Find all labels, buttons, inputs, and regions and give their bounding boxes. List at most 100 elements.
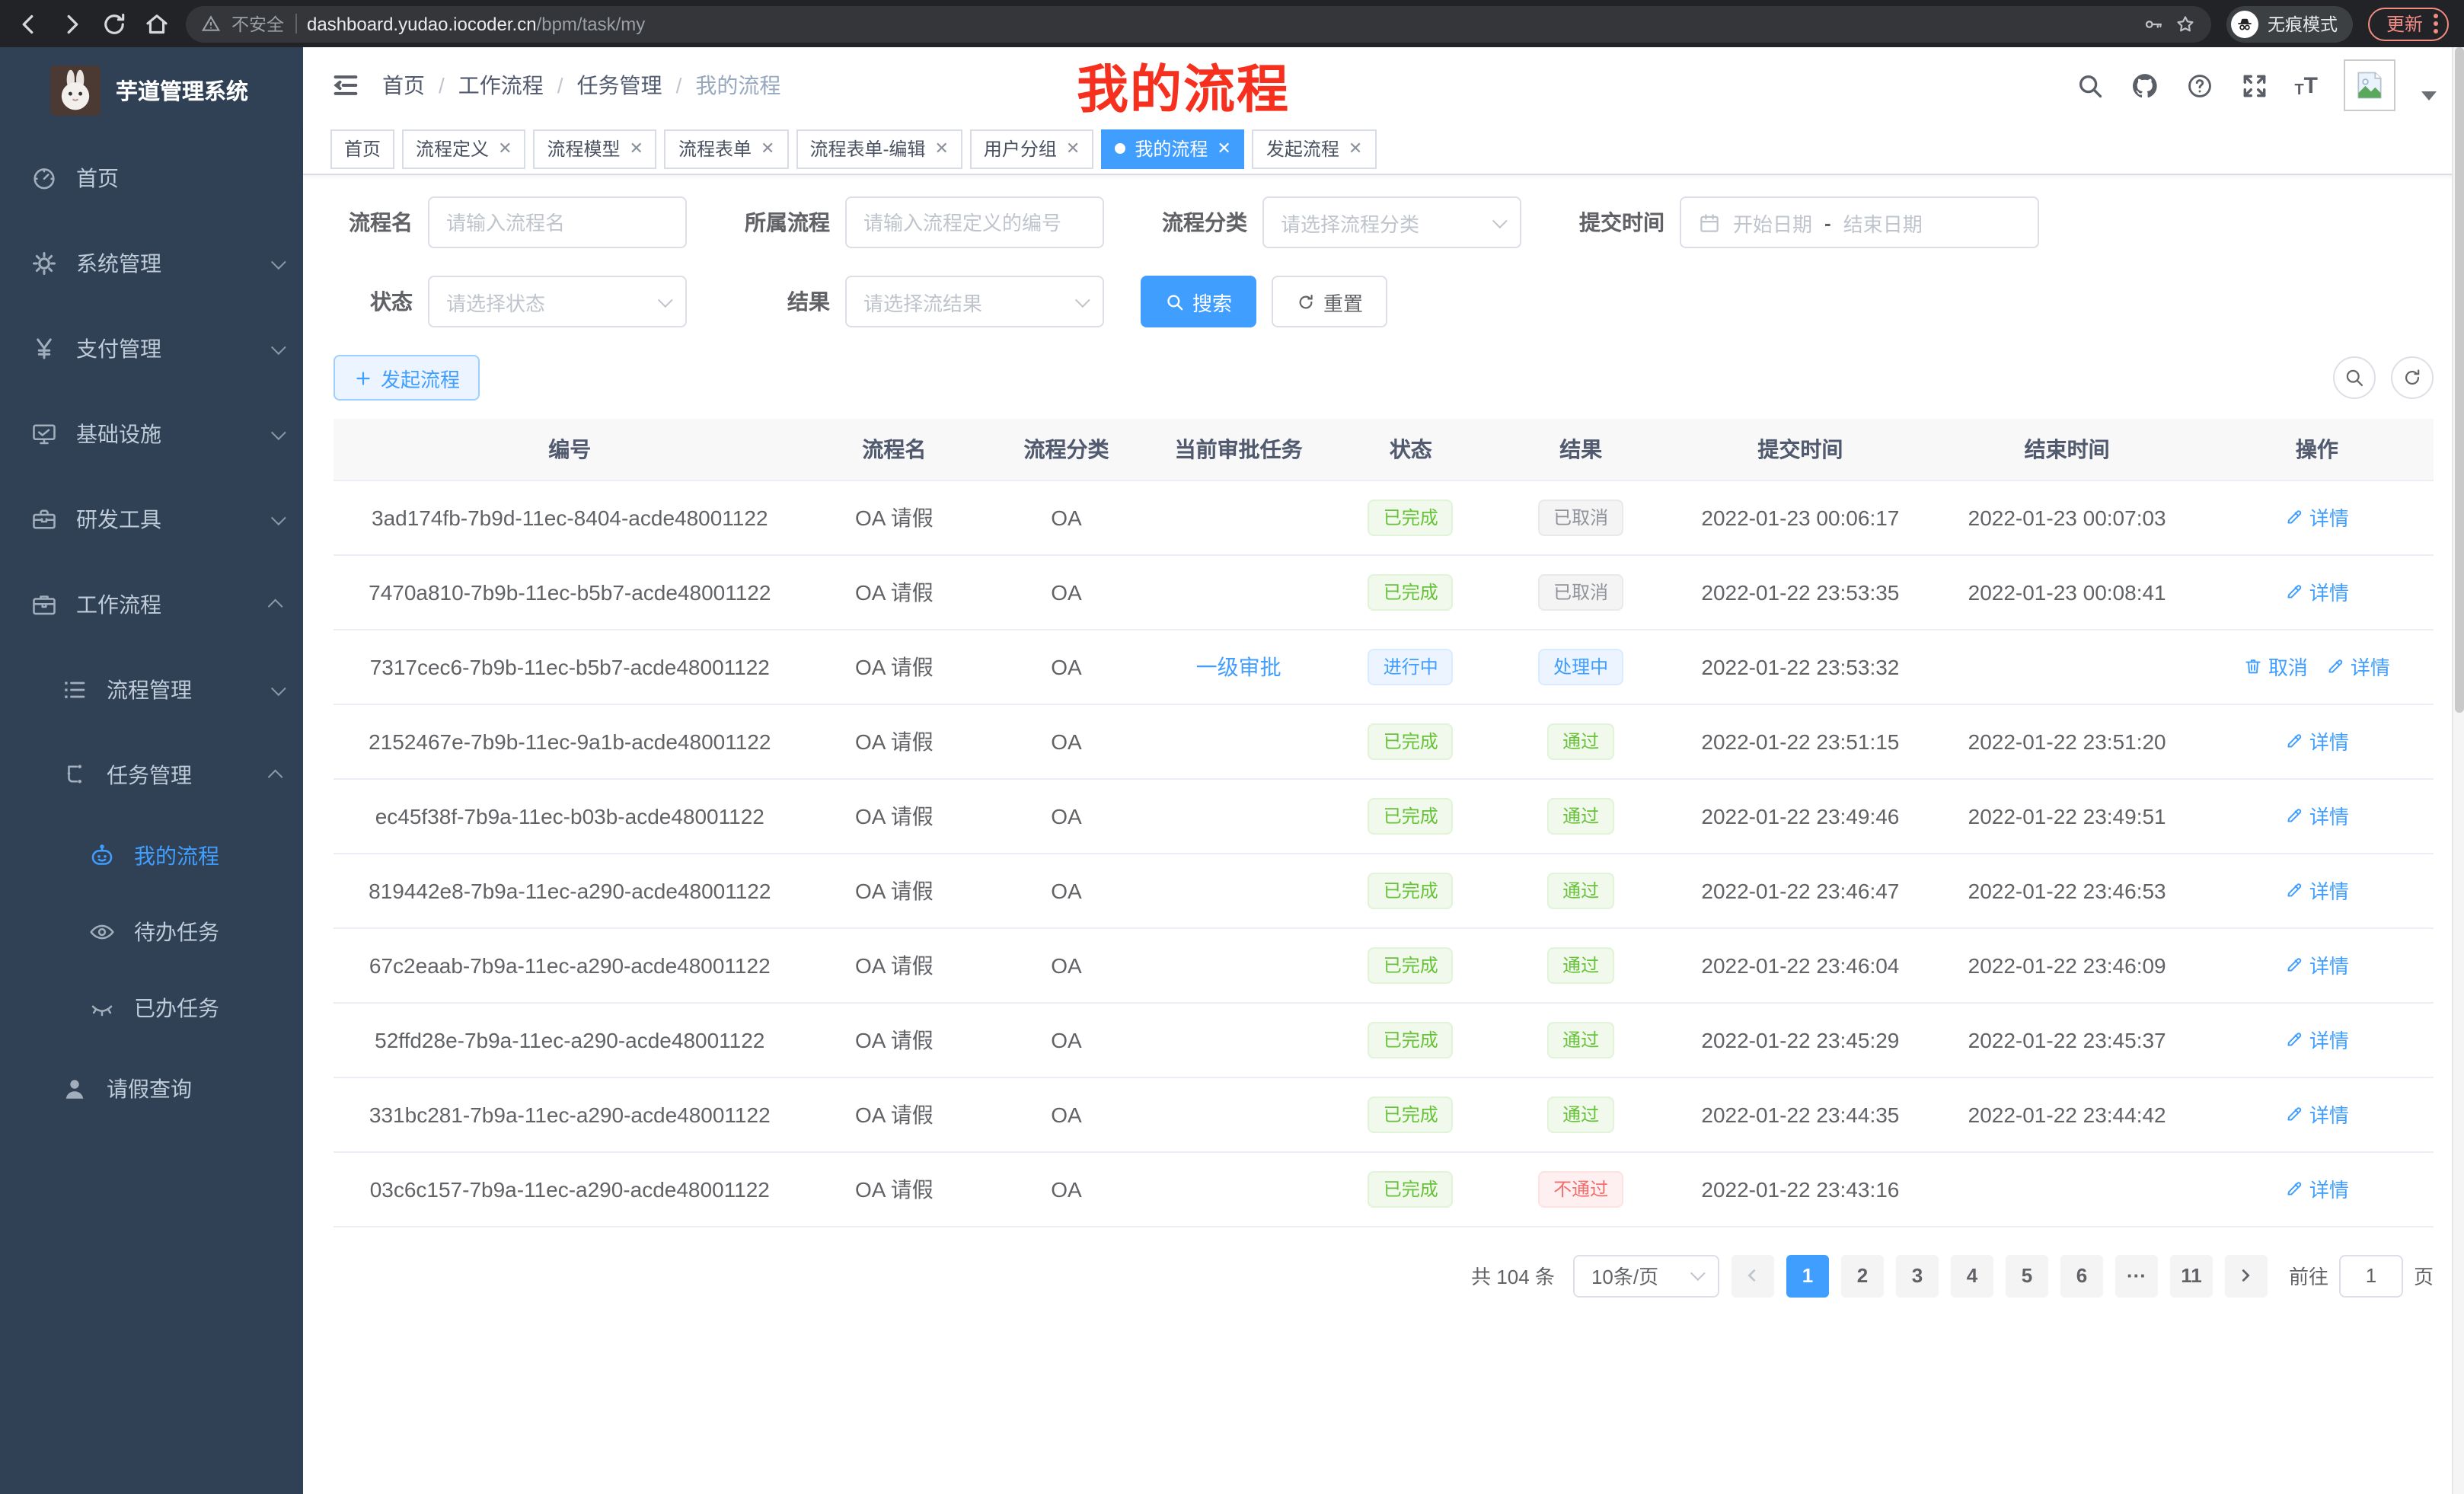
sidebar-item-system[interactable]: 系统管理 — [0, 221, 303, 306]
cancel-link[interactable]: 取消 — [2244, 652, 2308, 681]
update-button[interactable]: 更新 — [2368, 7, 2449, 40]
password-key-icon[interactable] — [2143, 13, 2164, 34]
breadcrumb-task-mgmt[interactable]: 任务管理 — [577, 70, 662, 101]
detail-link[interactable]: 详情 — [2285, 1100, 2349, 1128]
scrollbar-thumb[interactable] — [2455, 47, 2464, 713]
close-icon[interactable]: ✕ — [1217, 139, 1230, 158]
cell-end-time: 2022-01-22 23:51:20 — [1934, 704, 2201, 778]
cell-submit-time: 2022-01-23 00:06:17 — [1667, 480, 1933, 554]
close-icon[interactable]: ✕ — [934, 139, 948, 158]
avatar[interactable] — [2344, 59, 2395, 111]
next-page-button[interactable] — [2225, 1254, 2268, 1297]
process-definition-input[interactable] — [845, 196, 1104, 248]
page-ellipsis[interactable]: ··· — [2115, 1254, 2158, 1297]
page-size-select[interactable]: 10条/页 — [1573, 1254, 1719, 1297]
close-icon[interactable]: ✕ — [630, 139, 643, 158]
prev-page-button[interactable] — [1732, 1254, 1774, 1297]
detail-link[interactable]: 详情 — [2285, 726, 2349, 755]
close-icon[interactable]: ✕ — [498, 139, 512, 158]
sidebar-item-task-mgmt[interactable]: 任务管理 — [0, 733, 303, 818]
github-icon[interactable] — [2130, 71, 2159, 100]
breadcrumb-workflow[interactable]: 工作流程 — [458, 70, 544, 101]
search-icon[interactable] — [2075, 71, 2104, 100]
detail-link[interactable]: 详情 — [2285, 801, 2349, 830]
address-bar[interactable]: 不安全 dashboard.yudao.iocoder.cn/bpm/task/… — [186, 5, 2211, 42]
col-end-time: 结束时间 — [1934, 419, 2201, 480]
cell-id: 3ad174fb-7b9d-11ec-8404-acde48001122 — [334, 480, 806, 554]
page-button-1[interactable]: 1 — [1786, 1254, 1829, 1297]
sidebar-item-infra[interactable]: 基础设施 — [0, 391, 303, 477]
submit-time-range-picker[interactable]: 开始日期 - 结束日期 — [1680, 196, 2039, 248]
tab-my-process[interactable]: 我的流程✕ — [1101, 129, 1244, 168]
page-button-5[interactable]: 5 — [2006, 1254, 2048, 1297]
browser-menu-icon[interactable] — [2434, 14, 2438, 34]
close-icon[interactable]: ✕ — [1348, 139, 1362, 158]
security-label[interactable]: 不安全 — [231, 11, 284, 36]
page-button-3[interactable]: 3 — [1896, 1254, 1939, 1297]
search-button[interactable]: 搜索 — [1141, 276, 1256, 327]
edit-icon — [2285, 955, 2305, 975]
goto-page: 前往 页 — [2289, 1254, 2434, 1297]
tab-process-form[interactable]: 流程表单✕ — [665, 129, 788, 168]
detail-link[interactable]: 详情 — [2285, 950, 2349, 979]
home-icon[interactable] — [143, 10, 171, 37]
show-search-button[interactable] — [2333, 356, 2376, 399]
fullscreen-icon[interactable] — [2239, 71, 2268, 100]
sidebar-item-payment[interactable]: 支付管理 — [0, 306, 303, 391]
detail-link[interactable]: 详情 — [2285, 876, 2349, 905]
sidebar-item-devtools[interactable]: 研发工具 — [0, 477, 303, 562]
tab-process-form-edit[interactable]: 流程表单-编辑✕ — [796, 129, 962, 168]
sidebar-item-workflow[interactable]: 工作流程 — [0, 562, 303, 647]
tab-home[interactable]: 首页 — [330, 129, 394, 168]
sidebar-item-todo-tasks[interactable]: 待办任务 — [0, 894, 303, 970]
page-button-11[interactable]: 11 — [2170, 1254, 2213, 1297]
sidebar-collapse-icon[interactable] — [330, 70, 361, 101]
font-size-icon[interactable]: TT — [2294, 72, 2318, 98]
sidebar-item-home[interactable]: 首页 — [0, 136, 303, 221]
page-button-4[interactable]: 4 — [1951, 1254, 1993, 1297]
bookmark-star-icon[interactable] — [2175, 13, 2196, 34]
avatar-caret-icon[interactable] — [2421, 91, 2437, 101]
window-scrollbar[interactable] — [2452, 47, 2464, 1494]
forward-icon[interactable] — [58, 10, 85, 37]
sidebar-item-my-process[interactable]: 我的流程 — [0, 818, 303, 894]
process-name-input[interactable] — [428, 196, 687, 248]
sidebar-logo-row[interactable]: 芋道管理系统 — [0, 47, 303, 132]
result-select[interactable]: 请选择流结果 — [845, 276, 1104, 327]
status-badge: 已完成 — [1368, 797, 1454, 834]
page-url[interactable]: dashboard.yudao.iocoder.cn/bpm/task/my — [307, 13, 645, 34]
goto-page-input[interactable] — [2339, 1254, 2403, 1297]
reload-icon[interactable] — [101, 10, 128, 37]
refresh-button[interactable] — [2391, 356, 2434, 399]
current-task-link[interactable]: 一级审批 — [1196, 654, 1281, 678]
detail-link[interactable]: 详情 — [2285, 1025, 2349, 1054]
pagination: 共 104 条 10条/页 1 2 3 4 5 6 ··· 11 前往 页 — [334, 1254, 2434, 1297]
page-button-6[interactable]: 6 — [2060, 1254, 2103, 1297]
tab-user-group[interactable]: 用户分组✕ — [970, 129, 1093, 168]
tab-process-definition[interactable]: 流程定义✕ — [402, 129, 525, 168]
sidebar-item-done-tasks[interactable]: 已办任务 — [0, 970, 303, 1046]
reset-button[interactable]: 重置 — [1272, 276, 1387, 327]
start-date-placeholder[interactable]: 开始日期 — [1733, 208, 1812, 237]
detail-link[interactable]: 详情 — [2285, 1174, 2349, 1203]
tab-process-model[interactable]: 流程模型✕ — [534, 129, 657, 168]
breadcrumb-home[interactable]: 首页 — [382, 70, 425, 101]
update-label[interactable]: 更新 — [2386, 11, 2423, 37]
back-icon[interactable] — [15, 10, 43, 37]
create-process-button[interactable]: 发起流程 — [334, 355, 480, 401]
end-date-placeholder[interactable]: 结束日期 — [1843, 208, 1923, 237]
category-select[interactable]: 请选择流程分类 — [1262, 196, 1521, 248]
close-icon[interactable]: ✕ — [1066, 139, 1080, 158]
tab-start-process[interactable]: 发起流程✕ — [1253, 129, 1376, 168]
detail-link[interactable]: 详情 — [2285, 577, 2349, 606]
cell-status: 已完成 — [1327, 778, 1495, 853]
sidebar-item-process-mgmt[interactable]: 流程管理 — [0, 647, 303, 733]
status-select[interactable]: 请选择状态 — [428, 276, 687, 327]
close-icon[interactable]: ✕ — [761, 139, 774, 158]
detail-link[interactable]: 详情 — [2285, 503, 2349, 532]
sidebar-item-leave-query[interactable]: 请假查询 — [0, 1046, 303, 1132]
detail-link[interactable]: 详情 — [2326, 652, 2390, 681]
table-row: 331bc281-7b9a-11ec-a290-acde48001122 OA … — [334, 1077, 2434, 1151]
help-icon[interactable] — [2185, 71, 2213, 100]
page-button-2[interactable]: 2 — [1841, 1254, 1884, 1297]
